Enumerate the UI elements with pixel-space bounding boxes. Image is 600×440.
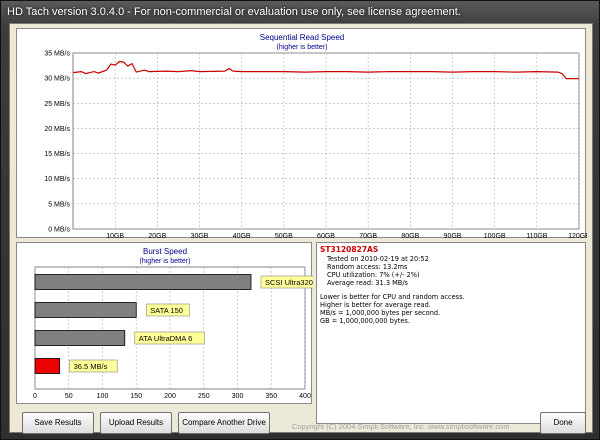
read-x-tick-label: 80GB [401,233,419,239]
read-y-tick-label: 10 MB/s [44,176,70,183]
read-chart-subtitle: (higher is better) [277,44,328,51]
read-x-tick-label: 20GB [148,233,166,239]
info-line-tested: Tested on 2010-02-19 at 20:52 [327,255,429,263]
info-note-2: Higher is better for average read. [320,301,431,309]
results-info-panel: ST3120827AS Tested on 2010-02-19 at 20:5… [316,242,586,424]
read-x-tick-label: 110GB [526,233,548,239]
burst-bar-label: SCSI Ultra320 [265,278,313,287]
done-button[interactable]: Done [540,412,586,434]
burst-x-tick-label: 0 [33,393,37,400]
main-client-area: Sequential Read Speed (higher is better) 3… [9,23,593,434]
read-x-tick-label: 10GB [106,233,124,239]
read-x-tick-label: 50GB [275,233,293,239]
read-y-tick-label: 25 MB/s [44,101,70,108]
burst-chart-title: Burst Speed [143,247,187,256]
read-y-tick-label: 5 MB/s [48,201,70,208]
info-note-4: GB = 1,000,000,000 bytes. [320,317,410,325]
info-note-1: Lower is better for CPU and random acces… [320,293,465,301]
copyright-text: Copyright (C) 2004 Simpli Software, Inc.… [292,422,510,431]
burst-bar-reference [34,302,137,318]
read-x-tick-label: 60GB [317,233,335,239]
drive-model: ST3120827AS [320,245,379,254]
info-note-3: MB/s = 1,000,000 bytes per second. [320,309,441,317]
burst-speed-chart: Burst Speed (higher is better) 0 50 100 150 20… [33,247,313,400]
info-line-cpu: CPU utilization: 7% (+/- 2%) [327,271,420,279]
read-x-tick-label: 30GB [191,233,209,239]
app-window: HD Tach version 3.0.4.0 - For non-commer… [0,0,600,440]
read-x-tick-label: 120GB [568,233,587,239]
burst-x-tick-label: 400 [299,393,311,400]
burst-bar-tested-drive [34,358,61,374]
info-line-average: Average read: 31.3 MB/s [327,279,408,287]
burst-x-tick-label: 300 [232,393,244,400]
burst-x-tick-label: 350 [265,393,277,400]
read-x-tick-label: 70GB [359,233,377,239]
burst-bar-label: 36.5 MB/s [74,362,108,371]
sequential-read-panel: Sequential Read Speed (higher is better) 3… [16,28,587,239]
window-title: HD Tach version 3.0.4.0 - For non-commer… [7,6,461,18]
read-x-tick-label: 40GB [233,233,251,239]
read-y-tick-label: 15 MB/s [44,151,70,158]
sequential-read-chart: Sequential Read Speed (higher is better) 3… [44,33,587,239]
burst-x-tick-label: 100 [97,393,109,400]
burst-speed-panel: Burst Speed (higher is better) 0 50 100 150 20… [16,242,313,404]
save-results-button[interactable]: Save Results [22,412,94,434]
read-x-tick-label: 90GB [444,233,462,239]
upload-results-button[interactable]: Upload Results [100,412,172,434]
read-x-tick-label: 100GB [484,233,506,239]
read-y-tick-label: 0 MB/s [48,227,70,234]
compare-another-drive-button[interactable]: Compare Another Drive [178,412,270,434]
read-y-tick-label: 35 MB/s [44,51,70,58]
burst-bar-reference [34,274,252,290]
burst-x-tick-label: 150 [130,393,142,400]
burst-bar-reference [34,330,126,346]
burst-x-tick-label: 200 [164,393,176,400]
read-y-tick-label: 30 MB/s [44,76,70,83]
burst-bar-label: SATA 150 [150,306,183,315]
burst-bar-label: ATA UltraDMA 6 [139,334,193,343]
burst-chart-subtitle: (higher is better) [140,258,191,265]
info-line-random-access: Random access: 13.2ms [327,263,408,271]
read-y-tick-label: 20 MB/s [44,126,70,133]
read-chart-title: Sequential Read Speed [260,33,345,42]
burst-x-tick-label: 250 [198,393,210,400]
burst-x-tick-label: 50 [65,393,73,400]
